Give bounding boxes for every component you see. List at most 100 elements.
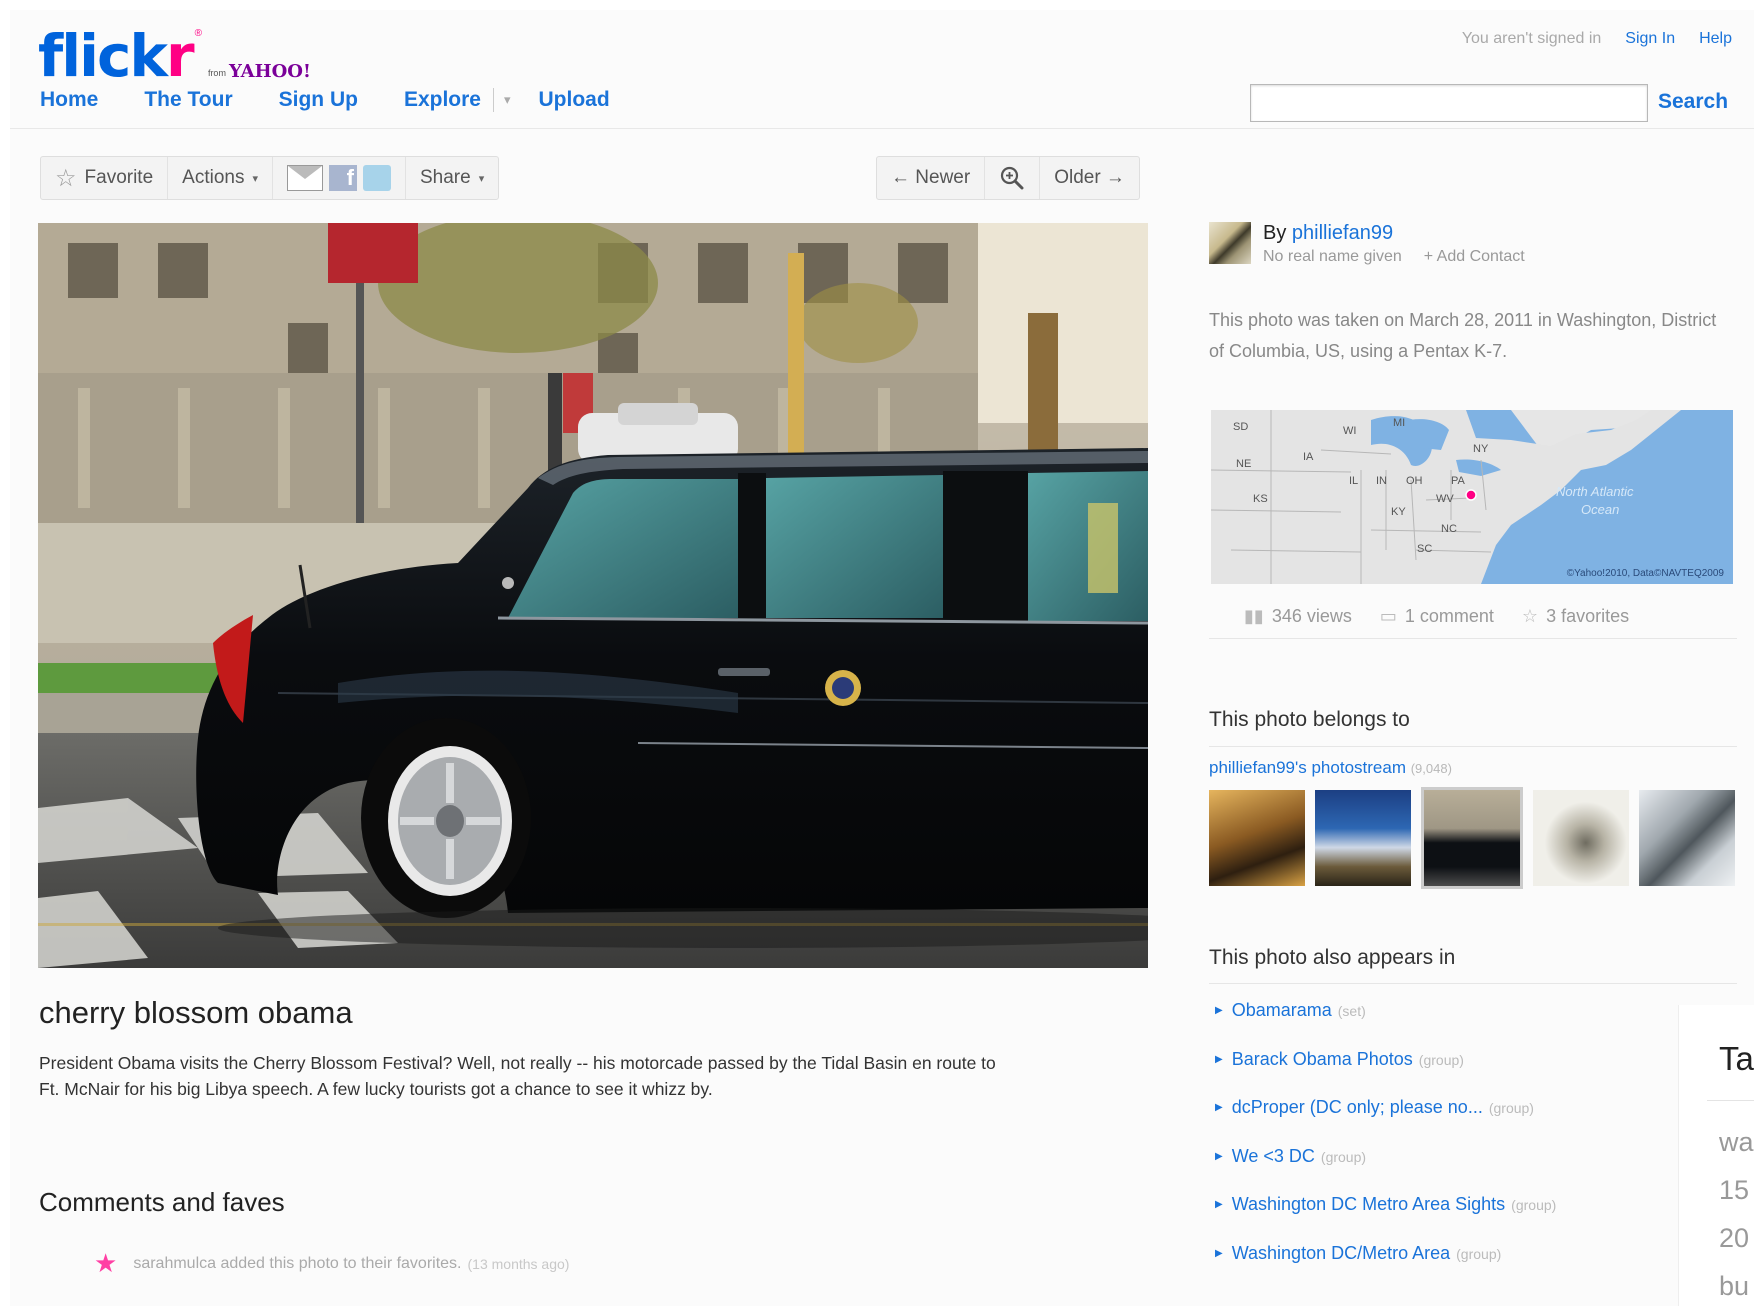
limousine-photo-image [38, 223, 1148, 968]
map-label-state: IA [1303, 451, 1314, 463]
tags-panel: Ta wa 15 20 bu [1678, 1005, 1754, 1306]
facebook-icon[interactable]: f [329, 165, 357, 191]
flickr-photo-page: flick r ® from YAHOO! Home The Tour Sign U… [10, 10, 1754, 1306]
logo-flick: flick [38, 22, 168, 90]
logo-r: r [165, 22, 195, 90]
explore-caret-icon[interactable]: ▾ [504, 92, 511, 108]
photostream-link-row: philliefan99's photostream (9,048) [1209, 758, 1452, 778]
flickr-logo[interactable]: flick r ® from YAHOO! [38, 14, 311, 86]
tags-heading: Ta [1719, 1040, 1754, 1077]
triangle-right-icon: ▶ [1215, 1199, 1223, 1210]
search-input[interactable] [1250, 84, 1648, 122]
triangle-right-icon: ▶ [1215, 1247, 1223, 1259]
sidebar-divider [1209, 746, 1737, 747]
photo-taken-info: This photo was taken on March 28, 2011 i… [1209, 310, 1717, 361]
owner-block: By philliefan99 No real name given + Add… [1209, 222, 1525, 266]
thumbnail[interactable] [1639, 790, 1735, 886]
owner-real-name: No real name given [1263, 248, 1402, 265]
search-button[interactable]: Search [1658, 90, 1728, 114]
nav-the-tour[interactable]: The Tour [144, 88, 232, 112]
photostream-link[interactable]: philliefan99's photostream [1209, 758, 1406, 777]
tag-item[interactable]: 20 [1719, 1223, 1749, 1254]
map-label-state: SC [1417, 543, 1432, 555]
map-image: SD WI MI NE IA NY IL IN OH PA KS WV KY N… [1211, 410, 1733, 584]
nav-sign-up[interactable]: Sign Up [279, 88, 358, 112]
header-divider [10, 128, 1754, 129]
list-item[interactable]: ▶ dcProper (DC only; please no... (group) [1215, 1097, 1556, 1146]
nav-home[interactable]: Home [40, 88, 98, 112]
speech-bubble-icon: ▭ [1379, 606, 1397, 626]
triangle-right-icon: ▶ [1215, 1102, 1223, 1113]
triangle-right-icon: ▶ [1215, 1005, 1223, 1016]
older-button[interactable]: Older → [1040, 157, 1139, 199]
nav-divider [492, 88, 494, 112]
comments-stat[interactable]: ▭ 1 comment [1380, 606, 1494, 627]
photo-title: cherry blossom obama [39, 995, 353, 1030]
owner-name-link[interactable]: philliefan99 [1292, 222, 1393, 244]
triangle-right-icon: ▶ [1215, 1150, 1223, 1162]
owner-by-line: By philliefan99 [1263, 222, 1525, 245]
bar-chart-icon: ▮▮ [1244, 606, 1264, 626]
photostream-count: (9,048) [1410, 761, 1452, 776]
main-photo[interactable] [38, 223, 1148, 968]
map-label-state: NE [1236, 458, 1251, 470]
favorite-button[interactable]: ☆ Favorite [41, 157, 169, 199]
nav-upload[interactable]: Upload [539, 88, 610, 112]
newer-button[interactable]: ← Newer [877, 157, 986, 199]
fave-text: sarahmulca added this photo to their fav… [133, 1254, 462, 1272]
tags-divider [1707, 1100, 1754, 1101]
owner-avatar[interactable] [1209, 222, 1251, 264]
tag-item[interactable]: bu [1719, 1271, 1749, 1302]
logo-from: from [207, 68, 226, 78]
list-item[interactable]: ▶ Washington DC Metro Area Sights (group) [1215, 1194, 1556, 1243]
list-item[interactable]: ▶ Washington DC/Metro Area (group) [1215, 1243, 1556, 1292]
map-label-state: SD [1233, 421, 1248, 433]
twitter-icon[interactable] [363, 165, 391, 191]
list-item[interactable]: ▶ Barack Obama Photos (group) [1215, 1049, 1556, 1098]
by-label: By [1263, 222, 1287, 244]
list-item[interactable]: ▶ Obamarama (set) [1215, 1000, 1556, 1049]
help-link[interactable]: Help [1699, 30, 1732, 48]
map-credit: ©Yahoo!2010, Data©NAVTEQ2009 [1567, 568, 1725, 579]
thumbnail[interactable] [1315, 790, 1411, 886]
views-stat: ▮▮ 346 views [1244, 606, 1352, 626]
zoom-icon [1001, 166, 1024, 190]
thumbnail-current[interactable] [1421, 787, 1523, 889]
map-label-state: OH [1406, 475, 1423, 487]
account-links: You aren't signed in Sign In Help [1462, 30, 1732, 48]
thumbnail[interactable] [1209, 790, 1305, 886]
share-menu[interactable]: Share ▾ [406, 157, 498, 199]
actions-menu[interactable]: Actions ▾ [168, 157, 273, 199]
map-label-state: KS [1253, 493, 1268, 505]
add-contact-link[interactable]: + Add Contact [1424, 248, 1525, 266]
logo-registered-mark: ® [194, 28, 202, 39]
appears-in-list: ▶ Obamarama (set) ▶ Barack Obama Photos (gro… [1215, 1000, 1556, 1291]
star-icon: ☆ [1521, 606, 1539, 626]
map-label-state: IN [1376, 475, 1387, 487]
photo-toolbar: ☆ Favorite Actions ▾ f Share ▾ [40, 156, 500, 200]
photo-description: President Obama visits the Cherry Blosso… [39, 1053, 996, 1099]
zoom-button[interactable] [985, 157, 1041, 199]
fave-activity: ★ sarahmulca added this photo to their f… [94, 1248, 569, 1279]
map-label-state: WI [1343, 425, 1356, 437]
favorites-stat[interactable]: ☆ 3 favorites [1522, 606, 1629, 627]
map-label-state: NC [1441, 523, 1457, 535]
list-item[interactable]: ▶ We <3 DC (group) [1215, 1146, 1556, 1195]
favorite-star-icon: ★ [94, 1248, 118, 1278]
sign-in-link[interactable]: Sign In [1625, 30, 1675, 48]
map-label-state: WV [1436, 493, 1454, 505]
share-icons: f [273, 157, 406, 199]
photostream-thumbnails [1209, 787, 1735, 889]
thumbnail[interactable] [1533, 790, 1629, 886]
email-icon[interactable] [287, 165, 323, 191]
chevron-down-icon: ▾ [478, 172, 485, 185]
owner-sub: No real name given + Add Contact [1263, 248, 1525, 266]
photo-pager: ← Newer Older → [876, 156, 1140, 200]
location-map[interactable]: SD WI MI NE IA NY IL IN OH PA KS WV KY N… [1211, 410, 1733, 584]
chevron-down-icon: ▾ [252, 172, 258, 185]
tag-item[interactable]: 15 [1719, 1175, 1749, 1206]
tag-item[interactable]: wa [1719, 1127, 1754, 1158]
favorite-label: Favorite [84, 167, 154, 188]
map-ocean-label: Ocean [1581, 502, 1619, 517]
nav-explore[interactable]: Explore [404, 88, 481, 112]
